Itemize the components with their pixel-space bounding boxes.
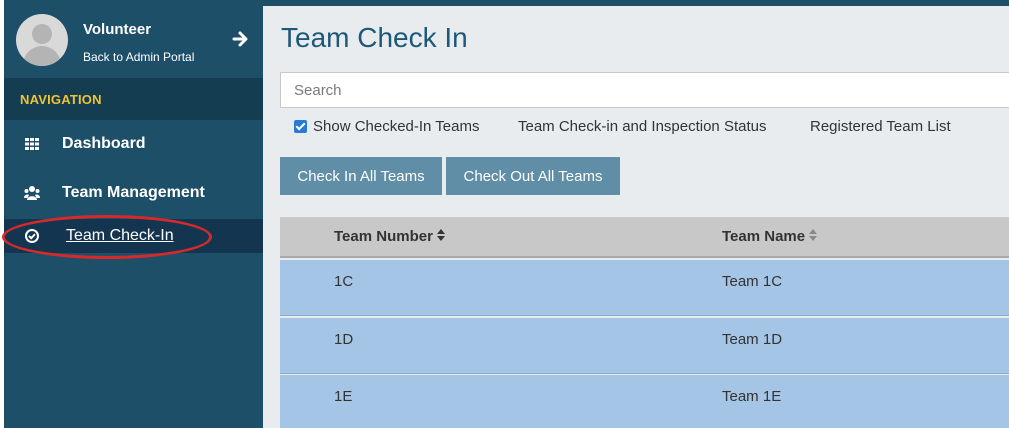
team-name-cell: Team 1C <box>722 273 783 290</box>
sidebar-item-team-management[interactable]: Team Management <box>4 176 263 210</box>
arrow-right-icon[interactable] <box>232 30 250 48</box>
team-name-cell: Team 1D <box>722 331 783 348</box>
show-checked-in-label: Show Checked-In Teams <box>313 118 480 135</box>
grid-icon <box>25 138 39 150</box>
team-number-cell: 1D <box>334 331 354 348</box>
navigation-header-label: NAVIGATION <box>20 92 102 107</box>
check-circle-icon <box>25 229 39 243</box>
sort-icon[interactable] <box>436 229 446 243</box>
users-icon <box>24 186 40 200</box>
show-checked-in-checkbox[interactable] <box>294 120 307 133</box>
page-title: Team Check In <box>281 22 468 53</box>
sidebar-item-label: Team Management <box>62 184 205 201</box>
sidebar-item-team-check-in[interactable]: Team Check-In <box>4 219 263 253</box>
sidebar-item-label: Team Check-In <box>66 227 174 244</box>
column-header-team-name[interactable]: Team Name <box>722 228 818 245</box>
check-out-all-button[interactable]: Check Out All Teams <box>446 157 620 195</box>
check-in-all-button[interactable]: Check In All Teams <box>280 157 442 195</box>
team-number-cell: 1E <box>334 388 353 405</box>
team-name-cell: Team 1E <box>722 388 782 405</box>
table-row[interactable]: 1C Team 1C <box>280 260 1009 316</box>
table-header: Team Number Team Name <box>280 217 1009 258</box>
search-input[interactable] <box>280 72 1009 108</box>
team-number-cell: 1C <box>334 273 354 290</box>
top-bar <box>263 0 1009 6</box>
sidebar-item-dashboard[interactable]: Dashboard <box>4 127 263 161</box>
avatar <box>16 14 68 66</box>
link-checkin-inspection-status[interactable]: Team Check-in and Inspection Status <box>518 118 766 135</box>
sidebar-item-label: Dashboard <box>62 135 146 152</box>
user-panel: Volunteer Back to Admin Portal <box>4 0 263 78</box>
table-row[interactable]: 1E Team 1E <box>280 375 1009 428</box>
link-registered-team-list[interactable]: Registered Team List <box>810 118 951 135</box>
user-name: Volunteer <box>83 21 152 38</box>
navigation-header: NAVIGATION <box>4 78 263 120</box>
table-row[interactable]: 1D Team 1D <box>280 318 1009 374</box>
column-header-team-number[interactable]: Team Number <box>334 228 446 245</box>
back-to-admin-link[interactable]: Back to Admin Portal <box>83 50 194 64</box>
sort-icon[interactable] <box>809 229 818 243</box>
